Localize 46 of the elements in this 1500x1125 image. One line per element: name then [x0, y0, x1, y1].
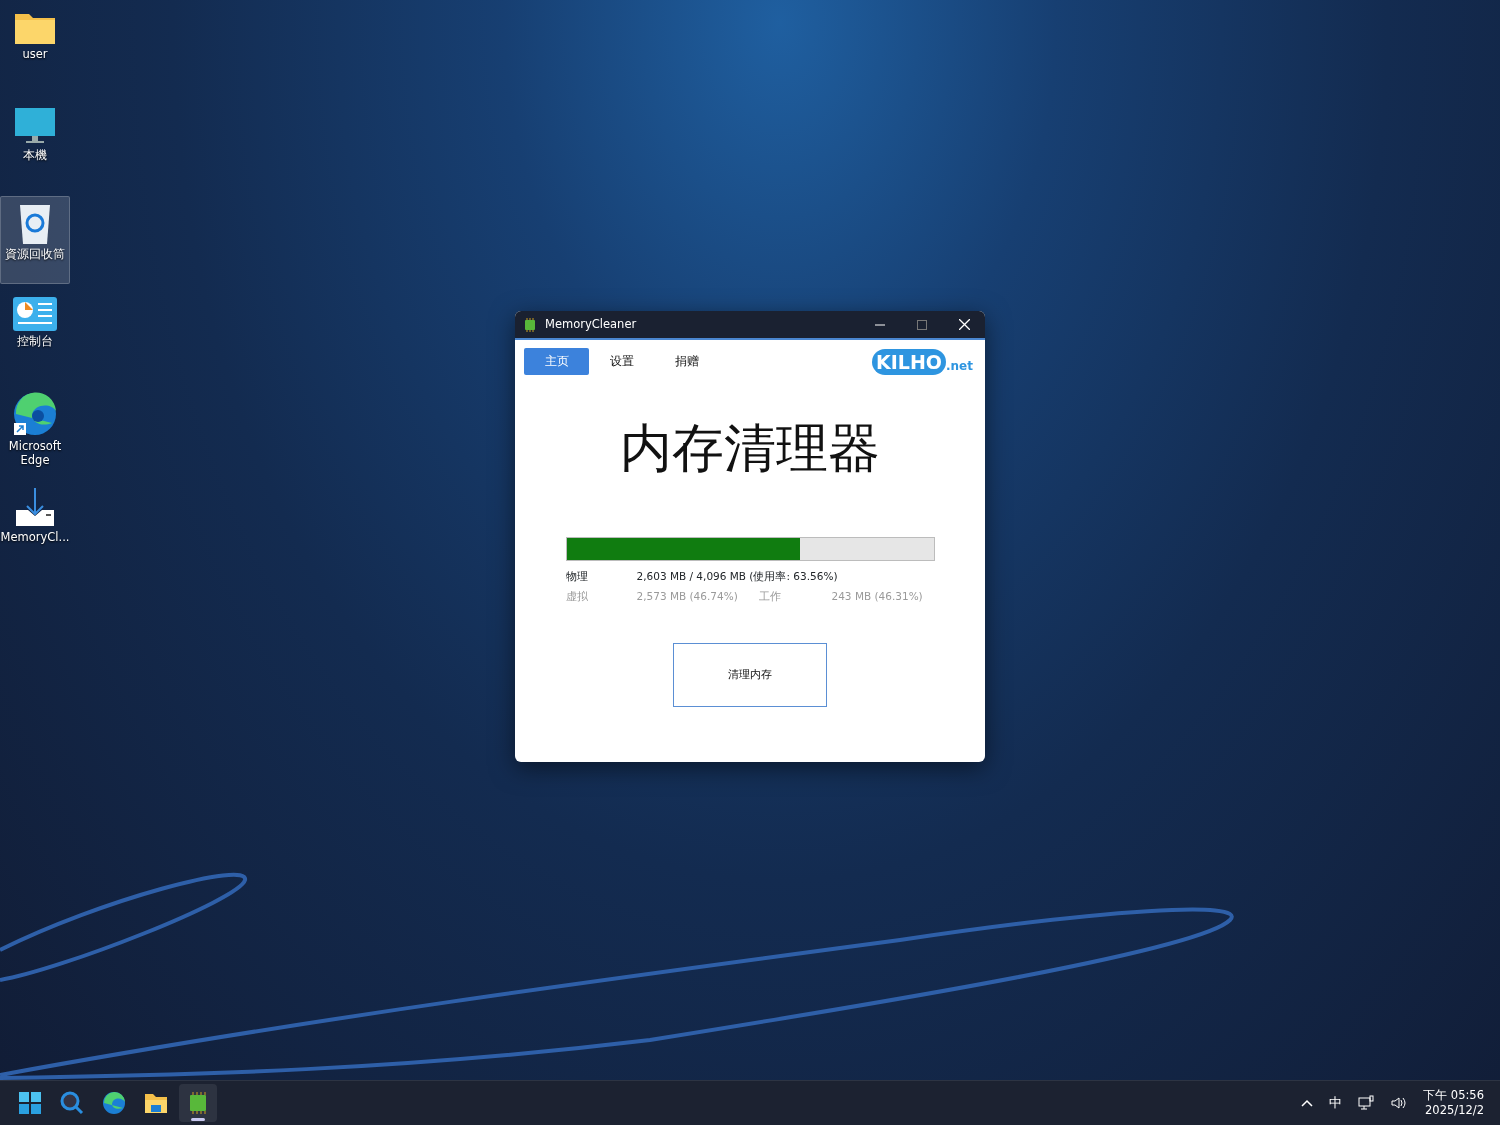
stat-value: 243 MB (46.31%): [831, 589, 924, 604]
chip-taskbar-icon[interactable]: [179, 1084, 217, 1122]
folder-icon: [14, 11, 56, 45]
speaker-icon[interactable]: [1391, 1096, 1408, 1110]
stat-value: 2,573 MB (46.74%): [636, 589, 739, 604]
window-title: MemoryCleaner: [545, 315, 637, 333]
shortcut-label: 本機: [23, 149, 47, 163]
shortcut-label: MemoryCl...: [0, 531, 70, 545]
stat-label: 虚拟: [565, 589, 589, 604]
monitor-icon: [14, 106, 56, 146]
desktop-shortcut[interactable]: user: [0, 6, 70, 94]
clock-date[interactable]: 2025/12/2: [1425, 1103, 1484, 1118]
shortcut-label: Microsoft Edge: [7, 440, 63, 468]
network-icon[interactable]: [1358, 1095, 1376, 1111]
input-method-indicator[interactable]: 中: [1329, 1093, 1343, 1113]
desktop-shortcut[interactable]: 資源回收筒: [0, 196, 70, 284]
search-icon: [60, 1091, 84, 1115]
logo-text: KILHO: [872, 348, 946, 375]
browser-icon: [12, 391, 58, 437]
stat-label: 物理: [565, 569, 589, 585]
desktop-shortcut[interactable]: Microsoft Edge: [0, 386, 70, 474]
chip-icon: [523, 317, 537, 332]
maximize-icon: [917, 319, 927, 330]
shortcut-label: 資源回收筒: [5, 248, 65, 262]
shortcut-label: user: [22, 48, 48, 62]
stat-value: 2,603 MB / 4,096 MB (使用率: 63.56%): [636, 569, 839, 585]
shortcut-label: 控制台: [17, 335, 53, 349]
desktop-shortcut[interactable]: 控制台: [0, 291, 70, 379]
tab[interactable]: 主页: [524, 348, 589, 376]
tab[interactable]: 捐赠: [654, 348, 719, 376]
stat-label: 工作: [758, 589, 782, 604]
download-icon: [14, 486, 56, 528]
folder-icon: [144, 1092, 168, 1114]
chevron-up-icon[interactable]: [1301, 1099, 1314, 1107]
clean-memory-button[interactable]: 清理内存: [673, 642, 827, 707]
desktop-shortcut[interactable]: MemoryCl...: [0, 481, 70, 569]
tab[interactable]: 设置: [589, 348, 654, 376]
browser-icon: [102, 1091, 126, 1115]
logo-suffix: .net: [946, 357, 973, 375]
chip-icon: [188, 1092, 208, 1114]
desktop-shortcut[interactable]: 本機: [0, 101, 70, 189]
clock-time[interactable]: 下午 05:56: [1423, 1088, 1484, 1103]
control-panel-icon: [12, 296, 58, 332]
close-icon: [958, 319, 970, 330]
start-icon: [19, 1092, 41, 1114]
app-heading: 内存清理器: [620, 417, 880, 481]
